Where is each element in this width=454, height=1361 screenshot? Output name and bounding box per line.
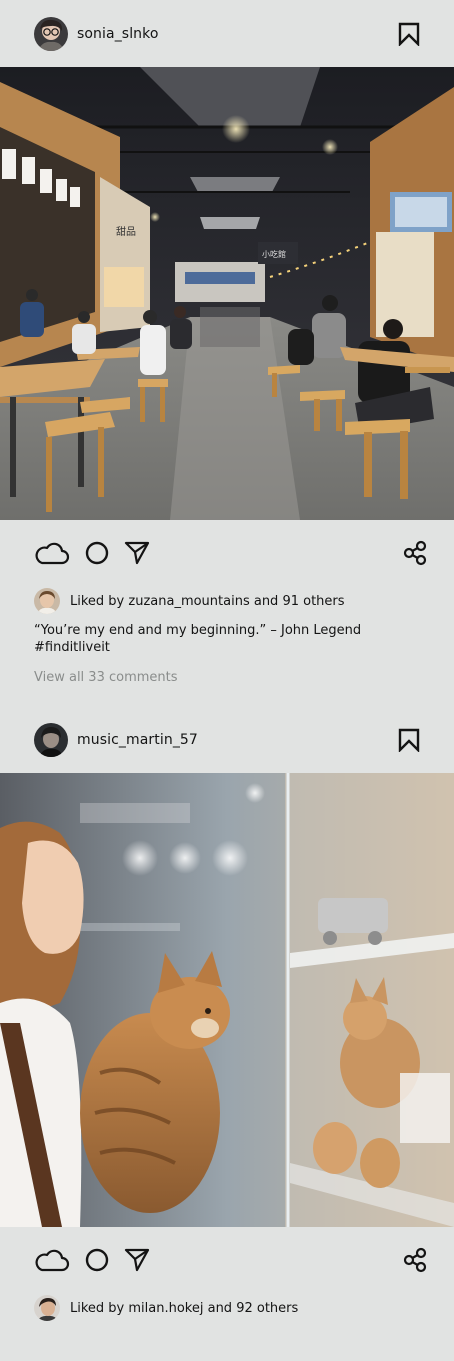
post-user[interactable]: music_martin_57 (34, 723, 198, 757)
likes-text[interactable]: Liked by zuzana_mountains and 91 others (70, 594, 345, 609)
share-nodes-icon[interactable] (402, 1247, 428, 1273)
bookmark-icon[interactable] (398, 22, 420, 46)
likes-row: Liked by zuzana_mountains and 91 others (0, 586, 454, 616)
cloud-icon[interactable] (34, 1247, 70, 1273)
send-arrow-icon[interactable] (124, 541, 150, 565)
shop-sign-2: 小吃館 (262, 249, 286, 259)
likes-text[interactable]: Liked by milan.hokej and 92 others (70, 1301, 298, 1316)
avatar[interactable] (34, 16, 68, 51)
post-header: sonia_slnko (0, 0, 454, 67)
post-user[interactable]: sonia_slnko (34, 16, 159, 51)
avatar[interactable] (34, 723, 68, 757)
share-nodes-icon[interactable] (402, 540, 428, 566)
post: music_martin_57 Liked by milan.hokej and… (0, 707, 454, 1323)
shop-sign: 甜品 (116, 225, 136, 238)
circle-icon[interactable] (84, 1247, 110, 1273)
post-photo-girl-and-cat[interactable] (0, 773, 454, 1227)
circle-icon[interactable] (84, 540, 110, 566)
cloud-icon[interactable] (34, 540, 70, 566)
caption: “You’re my end and my beginning.” – John… (0, 616, 454, 656)
avatar[interactable] (34, 1295, 60, 1321)
post-actions (0, 520, 454, 586)
caption-quote: “You’re my end and my beginning.” – John… (34, 623, 362, 638)
post-photo-food-court[interactable]: 甜品 小吃館 (0, 67, 454, 520)
send-arrow-icon[interactable] (124, 1248, 150, 1272)
username[interactable]: sonia_slnko (77, 26, 159, 42)
post-actions (0, 1227, 454, 1293)
caption-hashtag[interactable]: #finditliveit (34, 639, 420, 656)
username[interactable]: music_martin_57 (77, 732, 198, 748)
post: sonia_slnko 甜品 小吃館 Liked by zuzana_mount… (0, 0, 454, 685)
feed: sonia_slnko 甜品 小吃館 Liked by zuzana_mount… (0, 0, 454, 1361)
view-comments-link[interactable]: View all 33 comments (0, 656, 454, 685)
likes-row: Liked by milan.hokej and 92 others (0, 1293, 454, 1323)
avatar[interactable] (34, 588, 60, 614)
post-header: music_martin_57 (0, 707, 454, 773)
bookmark-icon[interactable] (398, 728, 420, 752)
